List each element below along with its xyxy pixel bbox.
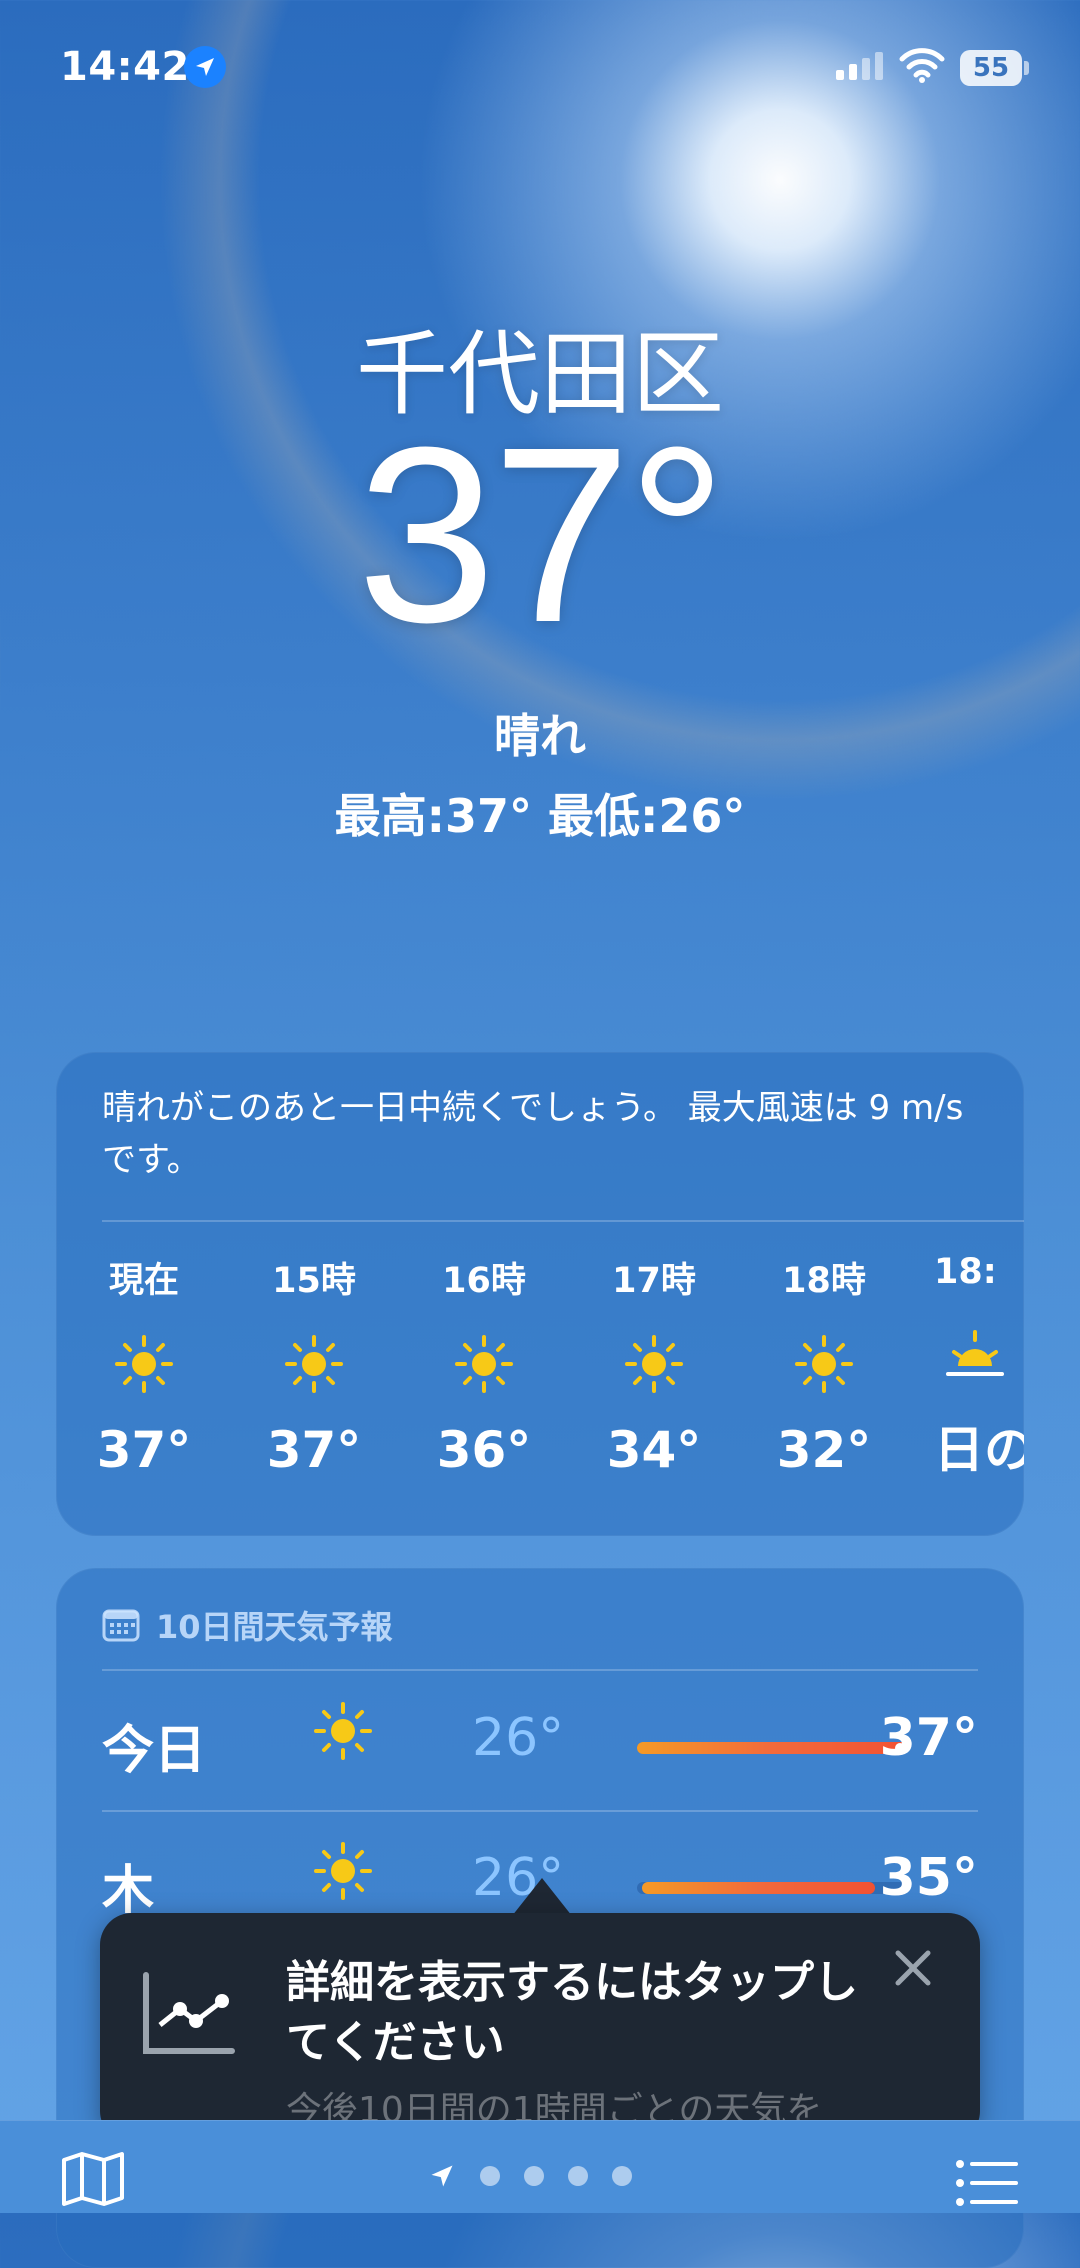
sunset-icon bbox=[946, 1330, 1004, 1376]
sun-icon bbox=[455, 1335, 513, 1393]
temperature-range-fill bbox=[642, 1882, 875, 1894]
hourly-item: 18: 日の bbox=[934, 1252, 1024, 1482]
day-row[interactable]: 今日 26° 37° bbox=[102, 1672, 978, 1810]
tooltip-title: 詳細を表示するにはタップしてください bbox=[286, 1957, 858, 2068]
location-arrow-icon[interactable] bbox=[428, 2162, 456, 2190]
calendar-icon bbox=[102, 1609, 140, 1642]
day-low-temp: 26° bbox=[472, 1708, 565, 1768]
temperature-range-bar bbox=[637, 1882, 907, 1894]
details-tooltip[interactable]: 詳細を表示するにはタップしてください 今後10日間の1時間ごとの天気を bbox=[100, 1913, 980, 2143]
divider bbox=[102, 1220, 1024, 1222]
hour-label: 15時 bbox=[272, 1261, 356, 1301]
hour-temp: 37° bbox=[96, 1421, 192, 1479]
day-high-temp: 35° bbox=[879, 1848, 978, 1908]
chart-line-icon bbox=[143, 1972, 235, 2054]
cellular-signal-icon bbox=[836, 52, 883, 80]
battery-tip bbox=[1024, 61, 1029, 75]
hour-temp: 日の bbox=[934, 1421, 1024, 1479]
battery-indicator: 55 bbox=[960, 50, 1022, 86]
sun-icon bbox=[314, 1702, 372, 1760]
page-dot[interactable] bbox=[480, 2166, 500, 2186]
day-name: 木 bbox=[102, 1861, 155, 1921]
forecast-summary: 晴れがこのあと一日中続くでしょう。 最大風速は 9 m/sです。 bbox=[102, 1088, 964, 1180]
hour-temp: 34° bbox=[606, 1421, 702, 1479]
page-dot[interactable] bbox=[612, 2166, 632, 2186]
status-time: 14:42 bbox=[60, 44, 190, 90]
page-dot[interactable] bbox=[524, 2166, 544, 2186]
hour-temp: 37° bbox=[266, 1421, 362, 1479]
ten-day-title: 10日間天気予報 bbox=[156, 1608, 393, 1646]
hourly-item: 18時 32° bbox=[764, 1252, 884, 1479]
hourly-item: 15時 37° bbox=[254, 1252, 374, 1479]
hour-label: 17時 bbox=[612, 1261, 696, 1301]
day-name: 今日 bbox=[102, 1721, 207, 1781]
sun-icon bbox=[795, 1335, 853, 1393]
hourly-item: 17時 34° bbox=[594, 1252, 714, 1479]
current-temperature: 37° bbox=[356, 395, 727, 674]
temperature-range-fill bbox=[637, 1742, 907, 1754]
current-condition: 晴れ bbox=[494, 709, 586, 763]
hourly-item: 16時 36° bbox=[424, 1252, 544, 1479]
high-low-temperature: 最高:37° 最低:26° bbox=[334, 789, 746, 843]
sun-icon bbox=[314, 1842, 372, 1900]
hour-temp: 32° bbox=[776, 1421, 872, 1479]
tooltip-caret bbox=[512, 1878, 572, 1916]
hour-label: 18: bbox=[934, 1252, 997, 1292]
ten-day-header: 10日間天気予報 bbox=[102, 1602, 393, 1648]
location-arrow-icon bbox=[184, 46, 226, 88]
hour-temp: 36° bbox=[436, 1421, 532, 1479]
list-icon[interactable] bbox=[954, 2156, 1020, 2210]
hour-label: 16時 bbox=[442, 1261, 526, 1301]
sun-icon bbox=[625, 1335, 683, 1393]
hour-label: 18時 bbox=[782, 1261, 866, 1301]
hour-label: 現在 bbox=[108, 1261, 179, 1301]
close-icon[interactable] bbox=[888, 1943, 938, 1993]
page-dot[interactable] bbox=[568, 2166, 588, 2186]
sun-icon bbox=[115, 1335, 173, 1393]
day-high-temp: 37° bbox=[879, 1708, 978, 1768]
temperature-range-bar bbox=[637, 1742, 907, 1754]
page-indicator[interactable] bbox=[428, 2162, 632, 2190]
map-icon[interactable] bbox=[60, 2150, 126, 2208]
hourly-item: 現在 37° bbox=[84, 1252, 204, 1479]
divider bbox=[102, 1669, 978, 1671]
hourly-forecast-card[interactable]: 晴れがこのあと一日中続くでしょう。 最大風速は 9 m/sです。 現在 37° … bbox=[56, 1052, 1024, 1536]
sun-icon bbox=[285, 1335, 343, 1393]
wifi-icon bbox=[899, 48, 945, 83]
